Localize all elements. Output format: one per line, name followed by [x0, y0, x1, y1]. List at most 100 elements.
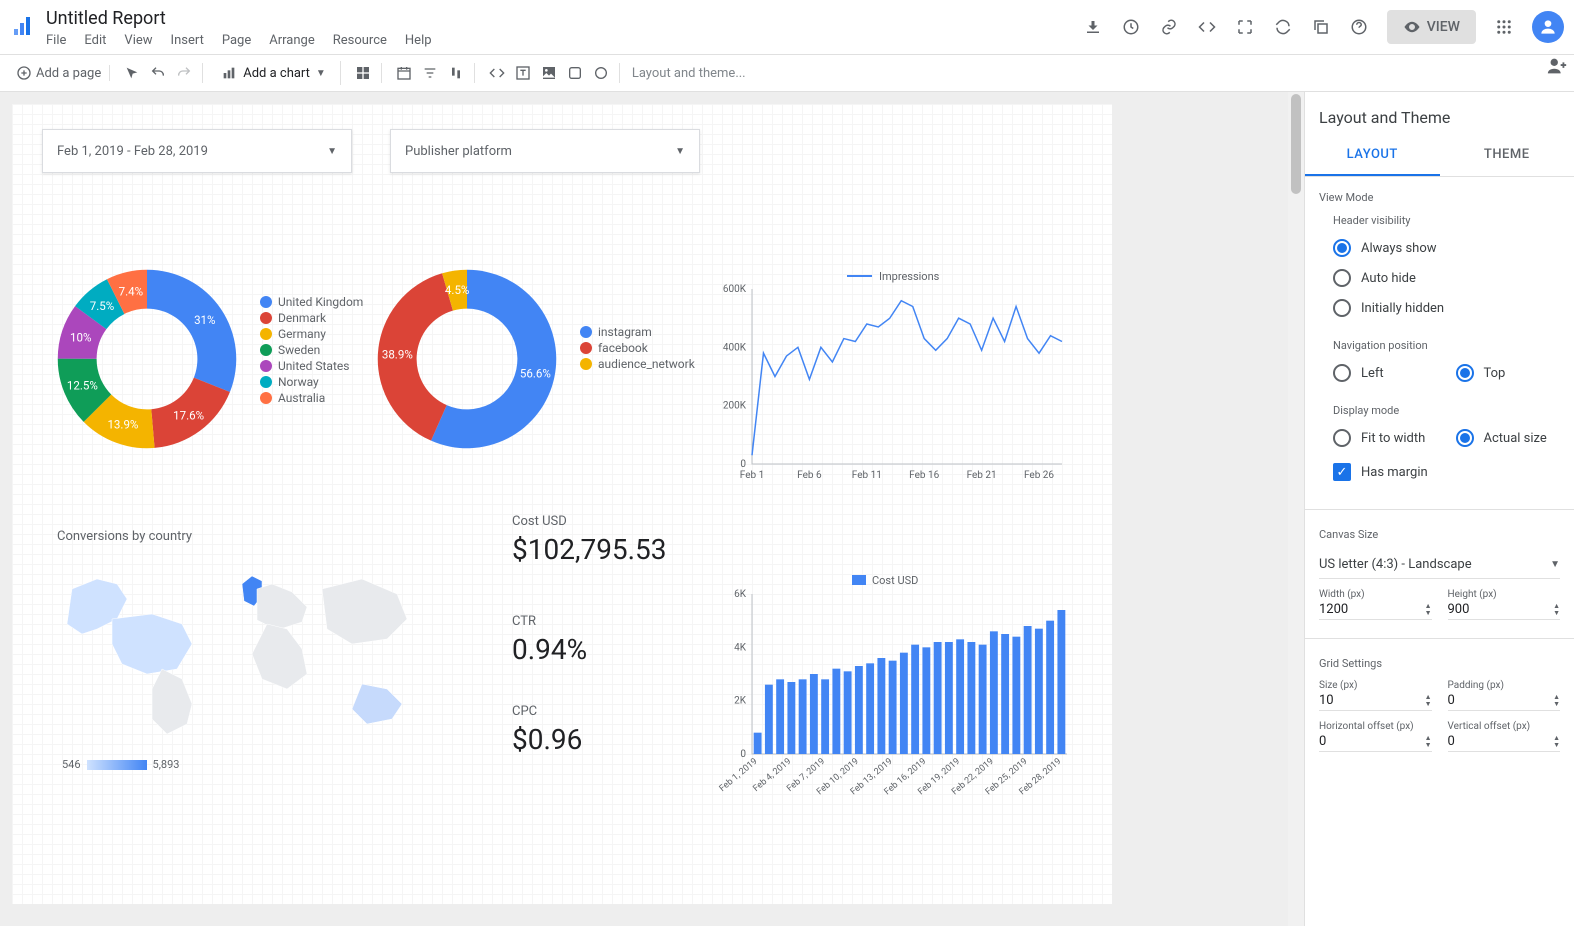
chevron-down-icon: ▼	[327, 146, 337, 157]
radio-nav-left[interactable]: Left	[1333, 358, 1438, 388]
grid-size-input[interactable]: 10▲▼	[1319, 691, 1432, 711]
stepper-icon[interactable]: ▲▼	[1425, 603, 1432, 617]
donut-svg: 56.6% 38.9% 4.5%	[362, 254, 572, 464]
panel-title: Layout and Theme	[1305, 92, 1574, 135]
vertical-scrollbar[interactable]	[1288, 92, 1304, 926]
share-icon[interactable]	[1546, 55, 1568, 81]
stepper-icon[interactable]: ▲▼	[1553, 603, 1560, 617]
ctr-scorecard[interactable]: CTR 0.94%	[512, 614, 587, 666]
canvas-size-heading: Canvas Size	[1319, 528, 1560, 541]
rectangle-icon[interactable]	[565, 63, 585, 83]
copy-icon[interactable]	[1311, 17, 1331, 37]
svg-text:Feb 26: Feb 26	[1024, 470, 1054, 481]
add-page-button[interactable]: Add a page	[16, 65, 101, 81]
tab-layout[interactable]: LAYOUT	[1305, 135, 1440, 176]
menu-edit[interactable]: Edit	[84, 33, 106, 48]
url-embed-icon[interactable]	[487, 63, 507, 83]
doc-title[interactable]: Untitled Report	[46, 6, 1083, 31]
platform-legend: instagramfacebookaudience_network	[580, 324, 695, 372]
radio-fit-width[interactable]: Fit to width	[1333, 423, 1438, 453]
embed-icon[interactable]	[1197, 17, 1217, 37]
svg-text:10%: 10%	[70, 330, 91, 344]
svg-text:56.6%: 56.6%	[520, 367, 551, 381]
chart-icon	[221, 65, 237, 81]
stepper-icon[interactable]: ▲▼	[1425, 694, 1432, 708]
data-control-icon[interactable]	[446, 63, 466, 83]
map-scale: 546 5,893	[62, 758, 179, 771]
grid-padding-input[interactable]: 0▲▼	[1448, 691, 1561, 711]
svg-text:Feb 16: Feb 16	[909, 470, 939, 481]
svg-text:600K: 600K	[723, 284, 747, 295]
svg-text:12.5%: 12.5%	[67, 379, 98, 393]
menu-help[interactable]: Help	[405, 33, 432, 48]
image-icon[interactable]	[539, 63, 559, 83]
svg-text:Feb 21: Feb 21	[967, 470, 997, 481]
stepper-icon[interactable]: ▲▼	[1553, 735, 1560, 749]
pointer-icon[interactable]	[122, 63, 142, 83]
user-avatar[interactable]	[1532, 11, 1564, 43]
menu-page[interactable]: Page	[222, 33, 251, 48]
svg-text:Impressions: Impressions	[879, 270, 940, 283]
stepper-icon[interactable]: ▲▼	[1553, 694, 1560, 708]
text-icon[interactable]	[513, 63, 533, 83]
cost-scorecard[interactable]: Cost USD $102,795.53	[512, 514, 667, 566]
circle-icon[interactable]	[591, 63, 611, 83]
fullscreen-icon[interactable]	[1235, 17, 1255, 37]
cost-bar-chart[interactable]: Cost USD02K4K6KFeb 1, 2019Feb 4, 2019Feb…	[712, 569, 1072, 809]
ctr-label: CTR	[512, 614, 587, 629]
refresh-icon[interactable]	[1273, 17, 1293, 37]
h-offset-input[interactable]: 0▲▼	[1319, 732, 1432, 752]
cost-value: $102,795.53	[512, 533, 667, 566]
view-mode-heading: View Mode	[1319, 191, 1560, 204]
undo-icon[interactable]	[148, 63, 168, 83]
width-label: Width (px)	[1319, 589, 1432, 600]
height-input[interactable]: 900▲▼	[1448, 600, 1561, 620]
app-logo	[10, 15, 34, 39]
radio-actual-size[interactable]: Actual size	[1456, 423, 1561, 453]
menu-view[interactable]: View	[124, 33, 152, 48]
svg-text:38.9%: 38.9%	[382, 348, 413, 362]
filter-icon[interactable]	[420, 63, 440, 83]
history-icon[interactable]	[1121, 17, 1141, 37]
layout-theme-prompt[interactable]: Layout and theme...	[624, 66, 1566, 81]
country-donut-chart[interactable]: 31%17.6%13.9%12.5%10%7.5%7.4% United Kin…	[42, 254, 372, 484]
view-button-label: VIEW	[1427, 19, 1460, 35]
nav-position-label: Navigation position	[1333, 339, 1560, 352]
stepper-icon[interactable]: ▲▼	[1425, 735, 1432, 749]
date-range-control[interactable]: Feb 1, 2019 - Feb 28, 2019 ▼	[42, 129, 352, 173]
help-icon[interactable]	[1349, 17, 1369, 37]
radio-always-show[interactable]: Always show	[1333, 233, 1560, 263]
width-input[interactable]: 1200▲▼	[1319, 600, 1432, 620]
checkbox-has-margin[interactable]: ✓ Has margin	[1333, 453, 1560, 491]
menu-resource[interactable]: Resource	[333, 33, 387, 48]
radio-initially-hidden[interactable]: Initially hidden	[1333, 293, 1560, 323]
svg-text:4.5%: 4.5%	[445, 283, 469, 297]
grid-size-label: Size (px)	[1319, 680, 1432, 691]
menu-insert[interactable]: Insert	[171, 33, 204, 48]
cpc-scorecard[interactable]: CPC $0.96	[512, 704, 582, 756]
apps-icon[interactable]	[1494, 17, 1514, 37]
v-offset-input[interactable]: 0▲▼	[1448, 732, 1561, 752]
svg-text:0: 0	[740, 459, 746, 470]
publisher-value: Publisher platform	[405, 144, 512, 159]
radio-auto-hide[interactable]: Auto hide	[1333, 263, 1560, 293]
svg-text:Feb 11: Feb 11	[852, 470, 882, 481]
world-map-chart[interactable]: 546 5,893	[42, 549, 442, 779]
community-viz-icon[interactable]	[353, 63, 373, 83]
menu-arrange[interactable]: Arrange	[269, 33, 314, 48]
canvas-preset-select[interactable]: US letter (4:3) - Landscape▼	[1319, 551, 1560, 579]
publisher-control[interactable]: Publisher platform ▼	[390, 129, 700, 173]
platform-donut-chart[interactable]: 56.6% 38.9% 4.5% instagramfacebookaudience…	[362, 254, 702, 484]
eye-icon	[1403, 18, 1421, 36]
view-button[interactable]: VIEW	[1387, 10, 1476, 44]
date-range-icon[interactable]	[394, 63, 414, 83]
download-icon[interactable]	[1083, 17, 1103, 37]
add-chart-button[interactable]: Add a chart ▼	[215, 61, 332, 85]
menu-file[interactable]: File	[46, 33, 66, 48]
radio-nav-top[interactable]: Top	[1456, 358, 1561, 388]
tab-theme[interactable]: THEME	[1440, 135, 1574, 176]
impressions-line-chart[interactable]: Impressions0200K400K600KFeb 1Feb 6Feb 11…	[702, 264, 1072, 494]
report-canvas[interactable]: Feb 1, 2019 - Feb 28, 2019 ▼ Publisher p…	[12, 104, 1112, 904]
link-icon[interactable]	[1159, 17, 1179, 37]
redo-icon[interactable]	[174, 63, 194, 83]
